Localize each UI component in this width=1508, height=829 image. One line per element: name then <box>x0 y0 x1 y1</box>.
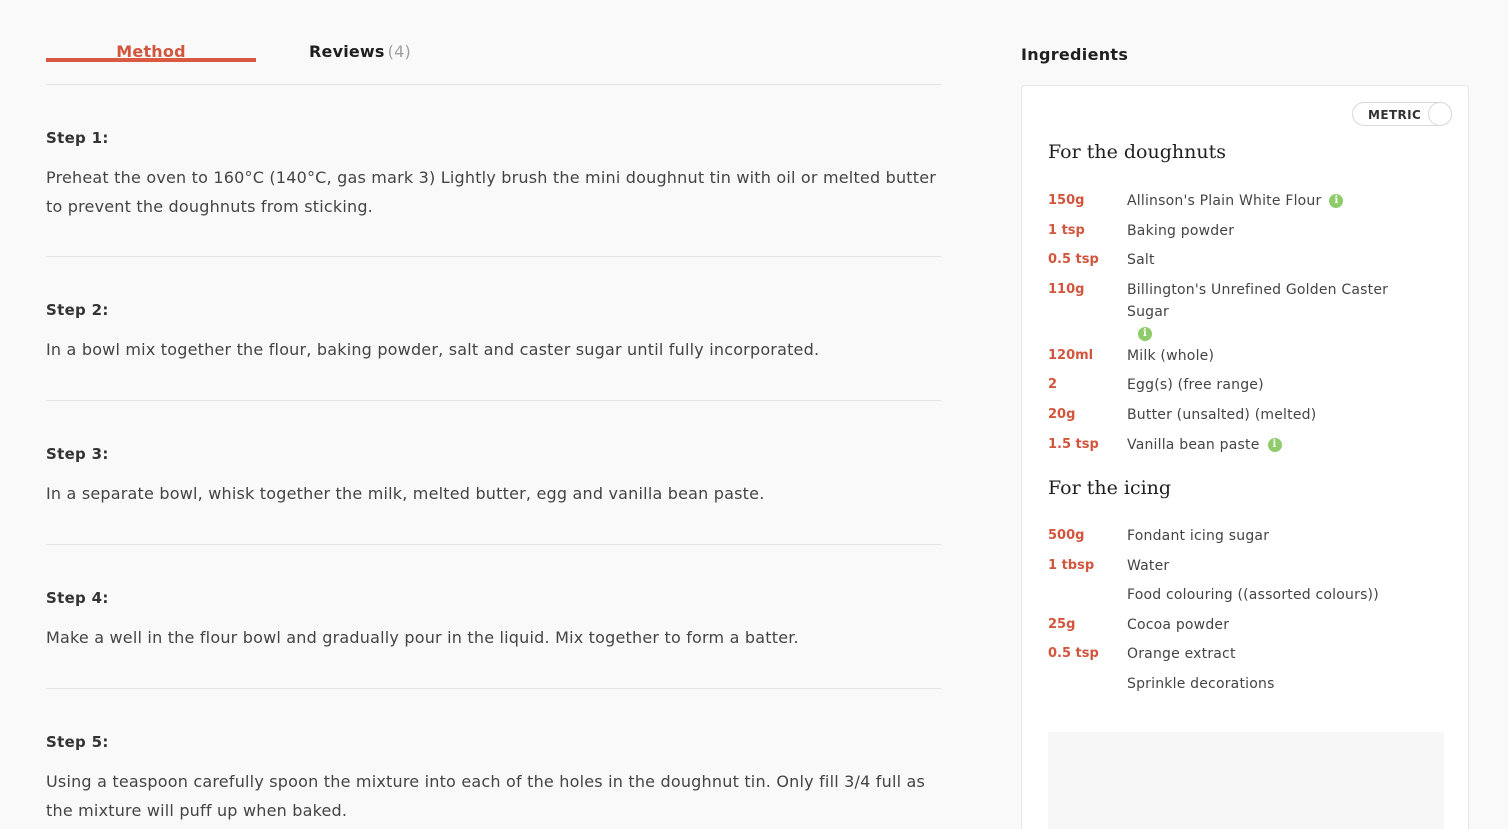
ingredient-qty: 1.5 tsp <box>1048 436 1099 452</box>
ingredient-row: Sprinkle decorations <box>1048 673 1448 703</box>
ingredient-qty: 2 <box>1048 377 1058 393</box>
ingredient-row: 110g Billington's Unrefined Golden Caste… <box>1048 279 1448 345</box>
ingredient-name: Salt <box>1127 252 1155 269</box>
method-step: Step 2: In a bowl mix together the flour… <box>46 257 941 401</box>
ingredient-qty: 110g <box>1048 281 1085 297</box>
step-title: Step 5: <box>46 733 109 751</box>
ingredients-heading: Ingredients <box>1021 45 1129 64</box>
ingredient-qty: 1 tbsp <box>1048 557 1095 573</box>
ingredient-qty: 500g <box>1048 528 1085 543</box>
ingredient-row: 1 tsp Baking powder <box>1048 220 1448 250</box>
method-step: Step 5: Using a teaspoon carefully spoon… <box>46 689 941 829</box>
ingredient-name-text: Allinson's Plain White Flour <box>1127 193 1322 209</box>
ingredient-list: 500g Fondant icing sugar 1 tbsp Water Fo… <box>1048 525 1448 703</box>
method-step: Step 1: Preheat the oven to 160°C (140°C… <box>46 85 941 257</box>
unit-toggle[interactable]: METRIC <box>1352 102 1452 126</box>
ingredient-name-text: Vanilla bean paste <box>1127 436 1260 453</box>
step-text: In a separate bowl, whisk together the m… <box>46 484 765 503</box>
content-placeholder <box>1048 732 1444 829</box>
method-step: Step 3: In a separate bowl, whisk togeth… <box>46 401 941 545</box>
step-title: Step 2: <box>46 301 109 319</box>
info-icon[interactable]: i <box>1267 437 1282 452</box>
step-title: Step 1: <box>46 129 109 147</box>
step-text: Preheat the oven to 160°C (140°C, gas ma… <box>46 168 937 216</box>
recipe-page: Method Reviews (4) Step 1: Preheat the ov… <box>0 0 1508 829</box>
ingredient-name: Food colouring ((assorted colours)) <box>1127 587 1379 604</box>
method-panel: Method Reviews (4) Step 1: Preheat the ov… <box>46 0 941 829</box>
ingredient-name-text: Billington's Unrefined Golden Caster Sug… <box>1127 281 1389 320</box>
ingredient-qty: 120ml <box>1048 347 1094 363</box>
ingredient-name: Egg(s) (free range) <box>1127 377 1264 394</box>
ingredient-qty: 1 tsp <box>1048 222 1085 238</box>
ingredient-row: 120ml Milk (whole) <box>1048 345 1448 375</box>
ingredient-row: 0.5 tsp Orange extract <box>1048 643 1448 673</box>
ingredient-row: 1.5 tsp Vanilla bean paste i <box>1048 434 1448 464</box>
ingredient-name: Fondant icing sugar <box>1127 528 1270 544</box>
ingredient-qty: 25g <box>1048 616 1076 632</box>
step-title: Step 4: <box>46 589 109 607</box>
ingredient-row: 500g Fondant icing sugar <box>1048 525 1448 555</box>
ingredient-qty: 150g <box>1048 193 1085 208</box>
ingredient-row: 25g Cocoa powder <box>1048 614 1448 644</box>
ingredient-list: 150g Allinson's Plain White Flour i 1 tsp… <box>1048 190 1448 463</box>
tab-reviews-label: Reviews <box>309 42 385 61</box>
tab-bar: Method Reviews (4) <box>46 0 941 85</box>
ingredient-qty: 0.5 tsp <box>1048 252 1099 268</box>
ingredient-name: Vanilla bean paste i <box>1127 434 1427 464</box>
ingredient-name: Sprinkle decorations <box>1127 675 1275 692</box>
info-icon[interactable]: i <box>1329 194 1344 208</box>
ingredient-name: Milk (whole) <box>1127 347 1215 364</box>
info-icon[interactable]: i <box>1138 326 1152 341</box>
ingredient-qty <box>1048 584 1127 614</box>
ingredient-row: 2 Egg(s) (free range) <box>1048 374 1448 404</box>
ingredient-group-title: For the doughnuts <box>1048 141 1226 163</box>
tab-method[interactable]: Method <box>46 42 256 62</box>
tab-reviews[interactable]: Reviews (4) <box>309 42 411 61</box>
ingredient-name: Allinson's Plain White Flour i <box>1127 190 1427 220</box>
ingredient-row: Food colouring ((assorted colours)) <box>1048 584 1448 614</box>
ingredient-name: Water <box>1127 557 1170 574</box>
ingredient-row: 0.5 tsp Salt <box>1048 249 1448 279</box>
ingredient-qty: 0.5 tsp <box>1048 646 1099 662</box>
ingredient-row: 20g Butter (unsalted) (melted) <box>1048 404 1448 434</box>
ingredients-card: METRIC For the doughnuts 150g Allinson's… <box>1021 85 1469 829</box>
toggle-knob <box>1428 102 1452 126</box>
ingredient-name: Billington's Unrefined Golden Caster Sug… <box>1127 279 1427 345</box>
ingredient-name: Baking powder <box>1127 222 1235 239</box>
ingredient-row: 150g Allinson's Plain White Flour i <box>1048 190 1448 220</box>
reviews-count: (4) <box>387 42 411 61</box>
step-text: Using a teaspoon carefully spoon the mix… <box>46 772 926 820</box>
step-text: In a bowl mix together the flour, baking… <box>46 340 820 359</box>
ingredient-group-title: For the icing <box>1048 477 1172 499</box>
ingredient-row: 1 tbsp Water <box>1048 555 1448 585</box>
ingredient-qty <box>1048 673 1127 703</box>
step-text: Make a well in the flour bowl and gradua… <box>46 628 799 647</box>
method-step: Step 4: Make a well in the flour bowl an… <box>46 545 941 689</box>
ingredient-name: Butter (unsalted) (melted) <box>1127 406 1317 423</box>
unit-toggle-label: METRIC <box>1368 108 1422 122</box>
active-tab-indicator <box>46 58 256 62</box>
ingredient-qty: 20g <box>1048 406 1076 422</box>
ingredient-name: Cocoa powder <box>1127 616 1230 633</box>
step-title: Step 3: <box>46 445 109 463</box>
ingredient-name: Orange extract <box>1127 646 1236 663</box>
